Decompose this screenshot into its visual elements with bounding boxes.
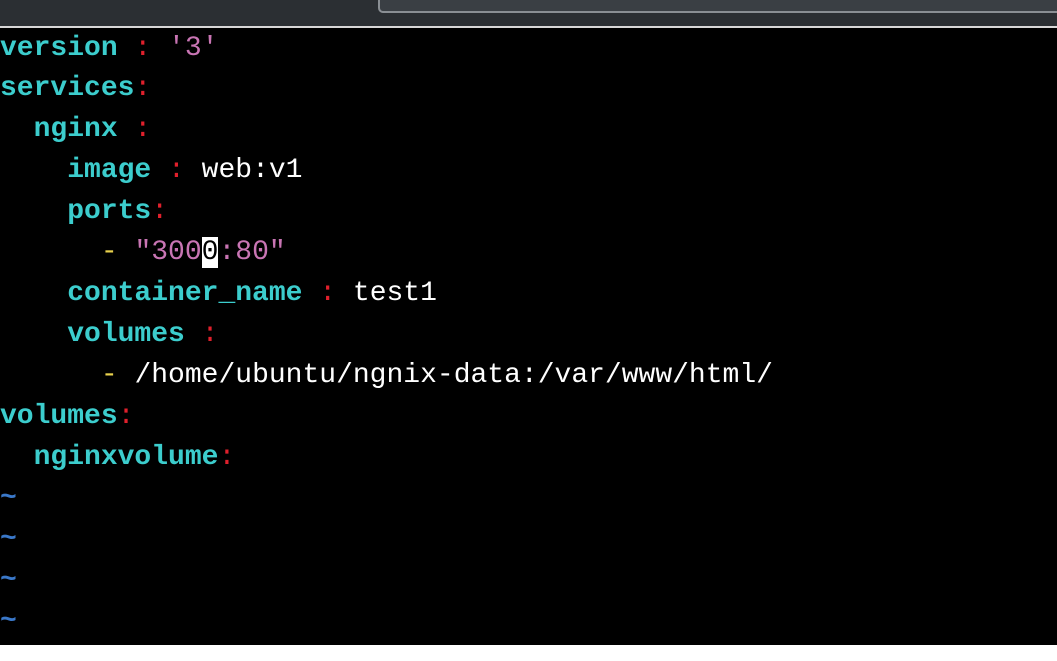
empty-line-marker: ~ — [0, 565, 17, 596]
yaml-key: container_name — [67, 278, 303, 309]
title-bar — [0, 0, 1057, 28]
empty-line-marker: ~ — [0, 483, 17, 514]
yaml-string: '3' — [168, 33, 219, 64]
code-line-ports[interactable]: ports: — [0, 191, 168, 232]
code-line-volumes-top[interactable]: volumes: — [0, 396, 134, 437]
yaml-key: volumes — [0, 401, 118, 432]
window-tab[interactable] — [378, 0, 1057, 13]
yaml-colon: : — [151, 155, 202, 186]
code-line-image[interactable]: image : web:v1 — [0, 150, 302, 191]
yaml-string: :80" — [218, 237, 286, 268]
code-line-nginx[interactable]: nginx : — [0, 109, 152, 150]
yaml-string: "300 — [117, 237, 202, 268]
code-line-services[interactable]: services: — [0, 68, 151, 109]
code-line-nginxvolume[interactable]: nginxvolume: — [0, 437, 236, 478]
yaml-colon: : — [117, 401, 135, 432]
code-line-container-name[interactable]: container_name : test1 — [0, 273, 437, 314]
empty-line-marker: ~ — [0, 606, 17, 637]
yaml-value: test1 — [352, 278, 437, 309]
code-line-port-mapping[interactable]: - "3000:80" — [0, 232, 286, 273]
code-line-volumes-nested[interactable]: volumes : — [0, 314, 218, 355]
yaml-key: volumes — [67, 319, 185, 350]
yaml-key: version — [0, 33, 118, 64]
yaml-value: web:v1 — [201, 155, 303, 186]
yaml-colon: : — [117, 114, 152, 145]
yaml-key: nginx — [33, 114, 118, 145]
code-line-volume-path[interactable]: - /home/ubuntu/ngnix-data:/var/www/html/ — [0, 355, 773, 396]
text-cursor[interactable]: 0 — [201, 237, 219, 268]
yaml-key: nginxvolume — [33, 442, 219, 473]
yaml-key: ports — [67, 196, 152, 227]
yaml-colon: : — [134, 73, 152, 104]
yaml-value: /home/ubuntu/ngnix-data:/var/www/html/ — [117, 360, 773, 391]
yaml-list-dash: - — [100, 360, 118, 391]
yaml-key: services — [0, 73, 135, 104]
yaml-colon: : — [218, 442, 236, 473]
vim-editor[interactable]: version : '3' services: nginx : image : … — [0, 28, 1057, 645]
empty-line-marker: ~ — [0, 524, 17, 555]
status-area — [0, 645, 1057, 661]
yaml-list-dash: - — [100, 237, 118, 268]
yaml-colon: : — [151, 196, 169, 227]
code-line-version[interactable]: version : '3' — [0, 28, 218, 69]
yaml-key: image — [67, 155, 152, 186]
terminal-window: version : '3' services: nginx : image : … — [0, 0, 1057, 661]
yaml-colon: : — [117, 33, 169, 64]
yaml-colon: : — [302, 278, 353, 309]
yaml-colon: : — [184, 319, 219, 350]
